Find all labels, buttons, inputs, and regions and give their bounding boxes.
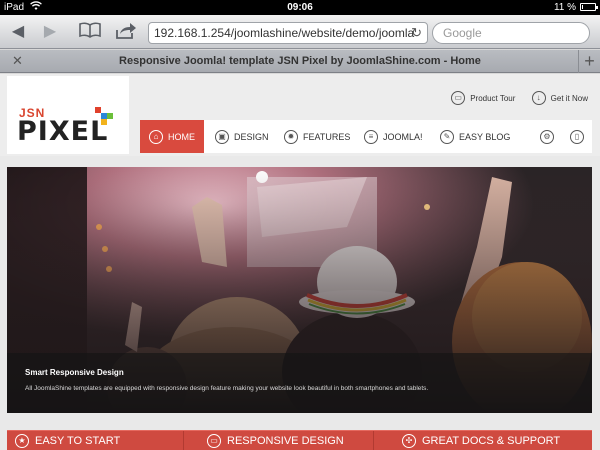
image-icon: ▣ (215, 129, 229, 144)
url-text: 192.168.1.254/joomlashine/website/demo/j… (154, 26, 415, 40)
status-bar: iPad 09:06 11 % (0, 0, 600, 15)
monitor-icon: ▭ (207, 434, 221, 448)
top-links: ▭ Product Tour ↓ Get it Now (437, 91, 588, 109)
web-page: JSN PIXEL ▭ Product Tour ↓ Get it Now ⌂ … (0, 74, 600, 450)
feature-divider (373, 431, 374, 450)
download-icon: ↓ (531, 91, 546, 105)
edit-icon: ✎ (440, 129, 454, 144)
feature-label: RESPONSIVE DESIGN (227, 435, 344, 447)
get-it-now-label: Get it Now (550, 93, 588, 103)
tab-bar: ✕ Responsive Joomla! template JSN Pixel … (0, 50, 600, 73)
nav-item-label: EASY BLOG (459, 131, 511, 142)
url-bar[interactable]: 192.168.1.254/joomlashine/website/demo/j… (148, 22, 428, 44)
back-arrow-icon[interactable]: ◀ (8, 22, 28, 42)
feature-responsive-design[interactable]: ▭ RESPONSIVE DESIGN (207, 431, 344, 450)
feature-easy-to-start[interactable]: ★ EASY TO START (15, 431, 120, 450)
product-tour-link[interactable]: ▭ Product Tour (451, 91, 515, 105)
logo-square-green (107, 113, 113, 119)
battery-percent: 11 % (553, 2, 576, 13)
feature-label: GREAT DOCS & SUPPORT (422, 435, 561, 447)
nav-item-label: FEATURES (303, 131, 351, 142)
hero-slide[interactable]: Smart Responsive Design All JoomlaShine … (7, 167, 592, 413)
list-icon: ≡ (364, 129, 378, 144)
nav-item-label: DESIGN (234, 131, 269, 142)
battery-fill (582, 5, 583, 9)
book-icon[interactable] (78, 22, 102, 42)
nav-item-label: HOME (168, 131, 195, 142)
get-it-now-link[interactable]: ↓ Get it Now (531, 91, 588, 105)
tab-title[interactable]: Responsive Joomla! template JSN Pixel by… (0, 55, 600, 67)
monitor-icon: ▭ (451, 91, 466, 105)
logo-square-yellow (101, 119, 107, 125)
search-input[interactable]: Google (432, 22, 590, 44)
star-icon: ★ (15, 434, 29, 448)
nav-item-features[interactable]: ✹ FEATURES (284, 120, 350, 153)
nav-item-home[interactable]: ⌂ HOME (140, 120, 204, 153)
main-nav: ⌂ HOME ▣ DESIGN ✹ FEATURES ≡ JOOMLA! ✎ E… (140, 120, 592, 153)
gear-icon: ✹ (284, 129, 298, 144)
nav-item-joomla[interactable]: ≡ JOOMLA! (364, 120, 423, 153)
home-icon: ⌂ (149, 129, 163, 144)
hero-text: All JoomlaShine templates are equipped w… (25, 385, 429, 392)
battery-icon (580, 3, 598, 11)
reload-icon[interactable]: ↻ (411, 25, 422, 41)
browser-toolbar: ◀ ▶ 192.168.1.254/joomlashine/website/de… (0, 15, 600, 49)
hero-title: Smart Responsive Design (25, 368, 124, 377)
nav-settings-button[interactable]: ⚙ (540, 120, 559, 153)
forward-arrow-icon[interactable]: ▶ (40, 22, 60, 42)
clock: 09:06 (287, 2, 313, 13)
share-icon[interactable] (114, 22, 138, 42)
site-header: JSN PIXEL ▭ Product Tour ↓ Get it Now ⌂ … (0, 74, 600, 156)
nav-item-easy-blog[interactable]: ✎ EASY BLOG (440, 120, 510, 153)
logo-pixel-text: PIXEL (17, 116, 109, 147)
feature-divider (183, 431, 184, 450)
feature-label: EASY TO START (35, 435, 121, 447)
features-strip: ★ EASY TO START ▭ RESPONSIVE DESIGN ✣ GR… (7, 430, 592, 450)
nav-item-label: JOOMLA! (383, 131, 423, 142)
product-tour-label: Product Tour (470, 93, 516, 103)
feature-great-docs-support[interactable]: ✣ GREAT DOCS & SUPPORT (402, 431, 560, 450)
lifebuoy-icon: ✣ (402, 434, 416, 448)
mobile-icon: ▯ (570, 129, 584, 144)
hero-caption: Smart Responsive Design All JoomlaShine … (7, 353, 592, 413)
plus-icon[interactable]: + (578, 50, 600, 73)
nav-item-design[interactable]: ▣ DESIGN (215, 120, 269, 153)
settings-icon: ⚙ (540, 129, 554, 144)
site-logo[interactable]: JSN PIXEL (7, 76, 129, 154)
nav-mobile-button[interactable]: ▯ (570, 120, 589, 153)
